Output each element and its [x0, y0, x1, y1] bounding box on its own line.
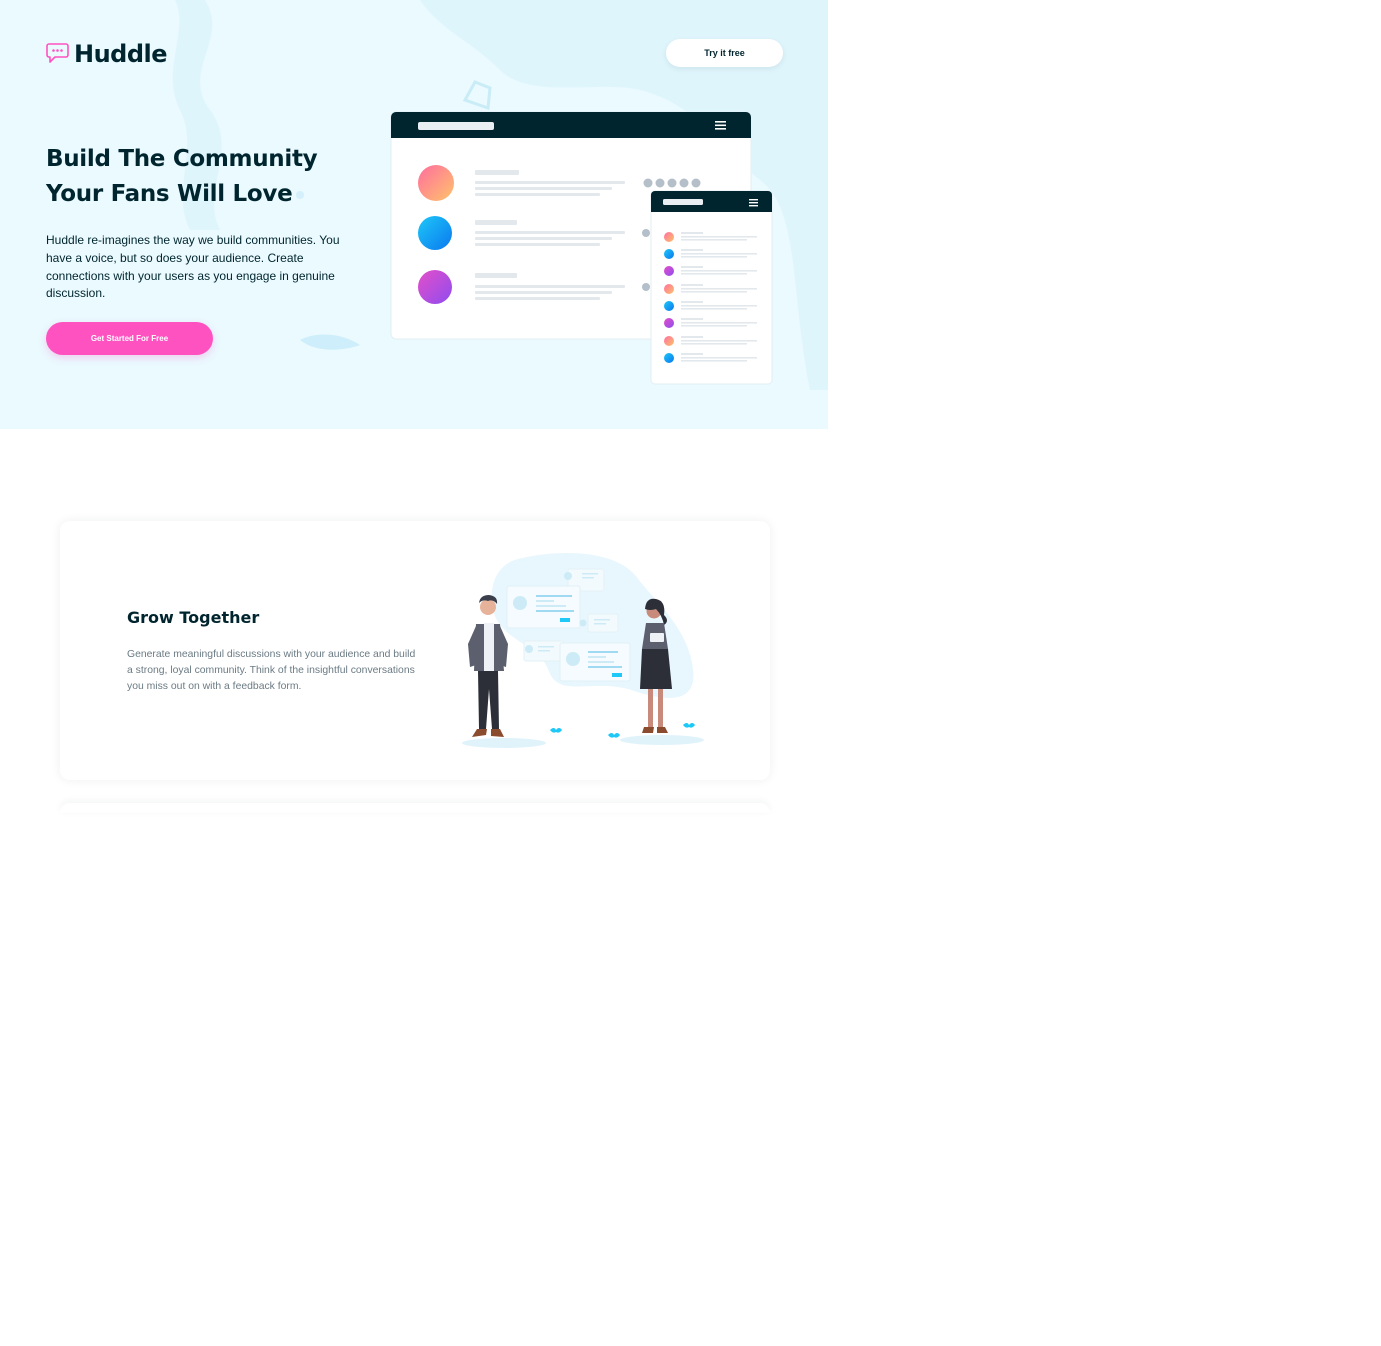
get-started-button[interactable]: Get Started For Free	[46, 322, 213, 355]
try-it-free-button[interactable]: Try it free	[666, 39, 783, 67]
feature-card-next	[60, 803, 770, 813]
chat-bubble-icon	[46, 43, 69, 63]
hero-title-line1: Build The Community	[46, 146, 318, 172]
hero-title-line2: Your Fans Will Love	[46, 181, 293, 207]
hero-description: Huddle re-imagines the way we build comm…	[46, 233, 340, 301]
hero-title: Build The Community Your Fans Will Love	[46, 142, 366, 212]
hero-section: Huddle Try it free Build The Community Y…	[0, 0, 828, 429]
huddle-logo[interactable]: Huddle	[46, 40, 168, 68]
feature-description: Generate meaningful discussions with you…	[127, 649, 416, 692]
brand-name: Huddle	[74, 40, 168, 68]
feature-title: Grow Together	[127, 608, 260, 627]
two-people-discussion-illustration	[462, 553, 704, 748]
app-mockup-illustration	[390, 111, 773, 385]
feature-card-grow-together: Grow Together Generate meaningful discus…	[60, 521, 770, 780]
